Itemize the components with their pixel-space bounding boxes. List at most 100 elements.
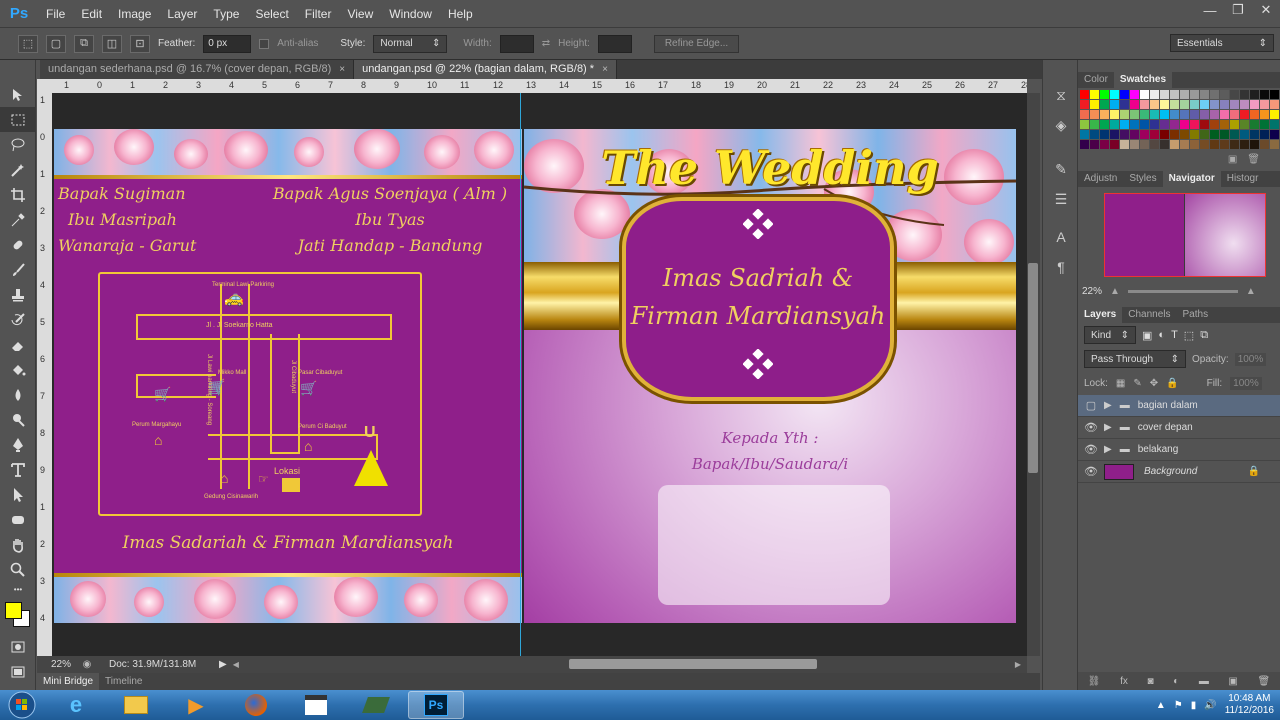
tab-paths[interactable]: Paths: [1177, 307, 1215, 323]
color-swatch[interactable]: [1220, 90, 1229, 99]
close-window-button[interactable]: ✕: [1252, 0, 1280, 20]
color-swatch[interactable]: [1130, 110, 1139, 119]
color-swatch[interactable]: [1090, 90, 1099, 99]
healing-brush-icon[interactable]: [0, 232, 36, 257]
color-swatch[interactable]: [1080, 90, 1089, 99]
refine-edge-button[interactable]: Refine Edge...: [653, 34, 740, 53]
visibility-toggle[interactable]: ▢: [1078, 399, 1104, 412]
color-swatch[interactable]: [1160, 140, 1169, 149]
color-swatch[interactable]: [1250, 140, 1259, 149]
tab-navigator[interactable]: Navigator: [1162, 171, 1221, 187]
ie-icon[interactable]: e: [48, 691, 104, 719]
color-swatch[interactable]: [1150, 110, 1159, 119]
guide-line[interactable]: [520, 93, 521, 656]
color-swatch[interactable]: [1080, 110, 1089, 119]
color-swatch[interactable]: [1090, 110, 1099, 119]
foreground-color[interactable]: [5, 602, 22, 619]
color-swatch[interactable]: [1140, 110, 1149, 119]
color-swatch[interactable]: [1190, 90, 1199, 99]
photoshop-task-icon[interactable]: Ps: [408, 691, 464, 719]
color-swatch[interactable]: [1240, 100, 1249, 109]
folder-icon[interactable]: ▬: [1199, 676, 1209, 687]
color-swatch[interactable]: [1160, 110, 1169, 119]
tool-presets-icon[interactable]: ☰: [1043, 184, 1079, 214]
add-selection-icon[interactable]: ⧉: [74, 34, 94, 53]
smart-filter-icon[interactable]: ⧉: [1200, 329, 1208, 342]
color-swatch[interactable]: [1180, 100, 1189, 109]
scroll-thumb[interactable]: [1028, 263, 1038, 473]
link-icon[interactable]: ⛓: [1088, 676, 1101, 687]
color-swatch[interactable]: [1260, 120, 1269, 129]
color-swatch[interactable]: [1160, 120, 1169, 129]
start-button[interactable]: [0, 690, 44, 720]
color-swatch[interactable]: [1210, 110, 1219, 119]
color-swatch[interactable]: [1130, 120, 1139, 129]
clock[interactable]: 10:48 AM 11/12/2016: [1225, 693, 1274, 717]
color-swatch[interactable]: [1150, 130, 1159, 139]
menu-select[interactable]: Select: [247, 0, 296, 28]
color-swatch[interactable]: [1240, 120, 1249, 129]
new-swatch-icon[interactable]: ▣: [1228, 154, 1237, 165]
color-swatch[interactable]: [1170, 100, 1179, 109]
fx-icon[interactable]: fx: [1120, 676, 1128, 687]
media-player-icon[interactable]: ▶: [168, 691, 224, 719]
color-swatch[interactable]: [1210, 130, 1219, 139]
type-tool-icon[interactable]: [0, 457, 36, 482]
paragraph-icon[interactable]: ¶: [1043, 252, 1079, 282]
shape-filter-icon[interactable]: ⬚: [1184, 329, 1194, 342]
tab-histogram[interactable]: Histogr: [1221, 171, 1265, 187]
color-swatch[interactable]: [1200, 120, 1209, 129]
color-swatch[interactable]: [1180, 120, 1189, 129]
tab-undangan-sederhana[interactable]: undangan sederhana.psd @ 16.7% (cover de…: [40, 60, 355, 79]
intersect-selection-icon[interactable]: ⊡: [130, 34, 150, 53]
color-swatch[interactable]: [1100, 90, 1109, 99]
close-icon[interactable]: ×: [339, 60, 345, 79]
properties-icon[interactable]: ◈: [1043, 110, 1079, 140]
menu-type[interactable]: Type: [205, 0, 247, 28]
color-swatch[interactable]: [1260, 110, 1269, 119]
shape-tool-icon[interactable]: [0, 507, 36, 532]
stamp-tool-icon[interactable]: [0, 282, 36, 307]
layer-row-belakang[interactable]: 👁 ▶ ▬ belakang: [1078, 439, 1280, 461]
mask-icon[interactable]: ◙: [1148, 676, 1154, 687]
lasso-tool-icon[interactable]: [0, 132, 36, 157]
color-swatch[interactable]: [1230, 120, 1239, 129]
scroll-left-icon[interactable]: ◀: [233, 660, 239, 669]
color-swatch[interactable]: [1200, 90, 1209, 99]
color-swatch[interactable]: [1140, 90, 1149, 99]
color-swatch[interactable]: [1270, 120, 1279, 129]
tab-undangan[interactable]: undangan.psd @ 22% (bagian dalam, RGB/8)…: [354, 60, 617, 79]
lock-paint-icon[interactable]: ✎: [1133, 378, 1141, 389]
menu-edit[interactable]: Edit: [73, 0, 110, 28]
color-swatch[interactable]: [1120, 90, 1129, 99]
marquee-preset-icon[interactable]: ⬚: [18, 34, 38, 53]
color-swatch[interactable]: [1160, 90, 1169, 99]
color-swatch[interactable]: [1200, 140, 1209, 149]
color-swatch[interactable]: [1110, 130, 1119, 139]
status-icon[interactable]: ◉: [77, 659, 97, 670]
color-swatch[interactable]: [1260, 140, 1269, 149]
color-swatch[interactable]: [1180, 130, 1189, 139]
layer-row-bagian-dalam[interactable]: ▢ ▶ ▬ bagian dalam: [1078, 395, 1280, 417]
quick-mask-icon[interactable]: [0, 634, 36, 659]
opacity-value[interactable]: 100%: [1234, 352, 1267, 366]
color-swatch[interactable]: [1100, 140, 1109, 149]
tab-color[interactable]: Color: [1078, 72, 1114, 88]
color-swatch[interactable]: [1200, 110, 1209, 119]
color-swatch[interactable]: [1100, 110, 1109, 119]
eye-icon[interactable]: 👁: [1078, 443, 1104, 456]
path-selection-icon[interactable]: [0, 482, 36, 507]
dodge-tool-icon[interactable]: [0, 407, 36, 432]
crop-tool-icon[interactable]: [0, 182, 36, 207]
pen-tool-icon[interactable]: [0, 432, 36, 457]
zoom-slider[interactable]: [1127, 289, 1238, 293]
zoom-readout[interactable]: 22%: [37, 659, 77, 670]
color-swatch[interactable]: [1120, 130, 1129, 139]
color-swatch[interactable]: [1190, 120, 1199, 129]
color-swatch[interactable]: [1220, 140, 1229, 149]
hand-tool-icon[interactable]: [0, 532, 36, 557]
color-swatch[interactable]: [1110, 110, 1119, 119]
canvas-area[interactable]: Bapak Sugiman Ibu Masripah Wanaraja - Ga…: [52, 93, 1027, 656]
color-swatch[interactable]: [1220, 130, 1229, 139]
menu-file[interactable]: File: [38, 0, 73, 28]
